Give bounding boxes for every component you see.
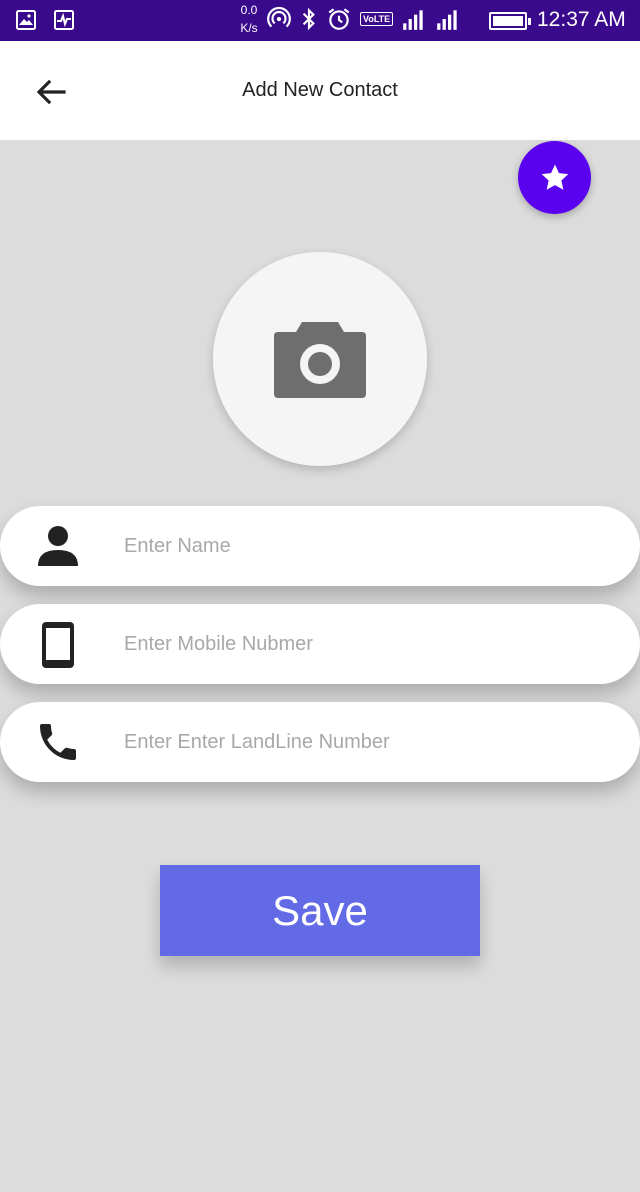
- image-icon: [16, 10, 36, 30]
- app-bar: Add New Contact: [0, 41, 640, 140]
- save-button[interactable]: Save: [160, 865, 480, 956]
- hotspot-icon: [267, 7, 291, 28]
- name-field: [0, 506, 640, 586]
- photo-picker[interactable]: [213, 252, 427, 466]
- network-speed-value: 0.0: [240, 3, 258, 17]
- signal-icon: [403, 10, 423, 30]
- phone-icon: [40, 724, 76, 760]
- status-left-icons: [14, 8, 76, 32]
- alarm-icon: [328, 8, 350, 30]
- signal-icon-2: [437, 10, 457, 30]
- status-bar: 0.0 K/s VoLTE 12:37 AM: [0, 0, 640, 41]
- mobile-field: [0, 604, 640, 684]
- person-icon: [38, 526, 78, 566]
- star-icon: [541, 164, 568, 190]
- network-speed: 0.0 K/s: [236, 1, 262, 37]
- add-contact-screen: 0.0 K/s VoLTE 12:37 AM Add New Contact E…: [0, 0, 640, 1192]
- bluetooth-icon: [302, 7, 315, 31]
- name-input[interactable]: [124, 506, 604, 586]
- status-time: 12:37 AM: [537, 8, 626, 31]
- battery-level: [493, 16, 523, 26]
- camera-icon: [274, 322, 366, 398]
- smartphone-icon: [42, 622, 74, 668]
- landline-input[interactable]: [124, 702, 604, 782]
- volte-icon: VoLTE: [360, 12, 394, 26]
- status-right-icons: VoLTE: [266, 6, 461, 32]
- network-speed-unit: K/s: [240, 21, 258, 35]
- favorite-button[interactable]: [518, 141, 591, 214]
- battery-icon: [489, 12, 531, 30]
- page-title: Add New Contact: [242, 79, 398, 101]
- landline-field: [0, 702, 640, 782]
- activity-icon: [54, 10, 74, 30]
- mobile-input[interactable]: [124, 604, 604, 684]
